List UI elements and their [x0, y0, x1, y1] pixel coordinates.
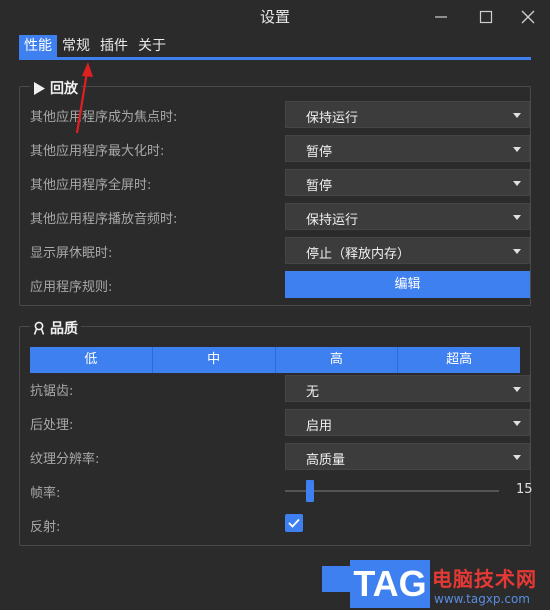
- tab-about[interactable]: 关于: [133, 35, 171, 58]
- framerate-label: 帧率:: [30, 486, 61, 501]
- setting-row-sleep: 显示屏休眠时: 停止（释放内存）: [30, 237, 530, 264]
- focus-label: 其他应用程序成为焦点时:: [30, 110, 178, 125]
- setting-row-audio: 其他应用程序播放音频时: 保持运行: [30, 203, 530, 230]
- watermark-logo: TAG: [350, 560, 430, 608]
- reflection-label: 反射:: [30, 520, 61, 535]
- sleep-value: 停止（释放内存）: [306, 247, 411, 262]
- chevron-down-icon: [513, 249, 521, 254]
- texture-value: 高质量: [306, 453, 346, 468]
- quality-preset-group: 低 中 高 超高: [30, 347, 520, 373]
- antialias-select[interactable]: 无: [285, 375, 530, 402]
- audio-select[interactable]: 保持运行: [285, 203, 530, 230]
- window-title: 设置: [259, 8, 290, 26]
- setting-row-fullscreen: 其他应用程序全屏时: 暂停: [30, 169, 530, 196]
- chevron-down-icon: [513, 455, 521, 460]
- audio-label: 其他应用程序播放音频时:: [30, 212, 178, 227]
- setting-row-reflection: 反射:: [30, 511, 520, 538]
- confirm-button[interactable]: [322, 566, 352, 592]
- focus-value: 保持运行: [306, 111, 359, 126]
- setting-row-texture: 纹理分辨率: 高质量: [30, 443, 530, 470]
- reflection-checkbox[interactable]: [285, 514, 303, 532]
- framerate-slider-thumb[interactable]: [306, 480, 314, 502]
- tab-bar: 性能 常规 插件 关于: [19, 35, 171, 58]
- chevron-down-icon: [513, 147, 521, 152]
- postprocess-label: 后处理:: [30, 418, 74, 433]
- quality-group-title: 品质: [30, 318, 81, 338]
- edit-rules-button[interactable]: 编辑: [285, 271, 530, 298]
- texture-select[interactable]: 高质量: [285, 443, 530, 470]
- preset-low-button[interactable]: 低: [30, 347, 153, 373]
- setting-row-postprocess: 后处理: 启用: [30, 409, 530, 436]
- preset-high-button[interactable]: 高: [276, 347, 399, 373]
- maximize-label: 其他应用程序最大化时:: [30, 144, 165, 159]
- title-bar: 设置: [0, 0, 550, 34]
- setting-row-antialias: 抗锯齿: 无: [30, 375, 530, 402]
- rules-label: 应用程序规则:: [30, 280, 113, 295]
- focus-select[interactable]: 保持运行: [285, 101, 530, 128]
- postprocess-value: 启用: [306, 419, 333, 434]
- chevron-down-icon: [513, 421, 521, 426]
- watermark-url: www.tagxp.com: [434, 592, 530, 606]
- tab-plugins[interactable]: 插件: [95, 35, 133, 58]
- ribbon-icon: [33, 321, 45, 335]
- close-button[interactable]: [513, 5, 543, 29]
- setting-row-framerate: 帧率: 15: [30, 477, 533, 504]
- watermark-site-name: 电脑技术网: [432, 567, 537, 591]
- setting-row-maximize: 其他应用程序最大化时: 暂停: [30, 135, 530, 162]
- tab-underline: [19, 57, 531, 60]
- chevron-down-icon: [513, 181, 521, 186]
- chevron-down-icon: [513, 387, 521, 392]
- chevron-down-icon: [513, 113, 521, 118]
- antialias-value: 无: [306, 385, 320, 400]
- play-icon: [34, 81, 45, 95]
- postprocess-select[interactable]: 启用: [285, 409, 530, 436]
- maximize-button[interactable]: [471, 5, 501, 29]
- fullscreen-value: 暂停: [306, 179, 333, 194]
- maximize-select[interactable]: 暂停: [285, 135, 530, 162]
- sleep-select[interactable]: 停止（释放内存）: [285, 237, 530, 264]
- quality-title: 品质: [50, 321, 78, 337]
- playback-group-title: 回放: [30, 78, 81, 98]
- playback-group: 回放 其他应用程序成为焦点时: 保持运行 其他应用程序最大化时: 暂停 其他应用…: [19, 78, 531, 306]
- maximize-value: 暂停: [306, 145, 333, 160]
- minimize-icon: [435, 16, 447, 18]
- maximize-icon: [479, 10, 493, 24]
- framerate-value: 15: [516, 482, 533, 497]
- close-icon: [521, 10, 535, 24]
- quality-group: 品质 低 中 高 超高 抗锯齿: 无 后处理: 启用 纹理分辨率: 高质量 帧率…: [19, 318, 533, 546]
- preset-ultra-button[interactable]: 超高: [398, 347, 520, 373]
- sleep-label: 显示屏休眠时:: [30, 246, 113, 261]
- minimize-button[interactable]: [426, 5, 456, 29]
- setting-row-rules: 应用程序规则: 编辑: [30, 271, 530, 298]
- checkmark-icon: [288, 518, 300, 528]
- framerate-slider-track[interactable]: [285, 490, 499, 492]
- fullscreen-select[interactable]: 暂停: [285, 169, 530, 196]
- tab-performance[interactable]: 性能: [19, 35, 57, 58]
- setting-row-focus: 其他应用程序成为焦点时: 保持运行: [30, 101, 530, 128]
- texture-label: 纹理分辨率:: [30, 452, 100, 467]
- fullscreen-label: 其他应用程序全屏时:: [30, 178, 152, 193]
- preset-medium-button[interactable]: 中: [153, 347, 276, 373]
- antialias-label: 抗锯齿:: [30, 384, 74, 399]
- chevron-down-icon: [513, 215, 521, 220]
- tab-general[interactable]: 常规: [57, 35, 95, 58]
- playback-title: 回放: [50, 81, 78, 97]
- audio-value: 保持运行: [306, 213, 359, 228]
